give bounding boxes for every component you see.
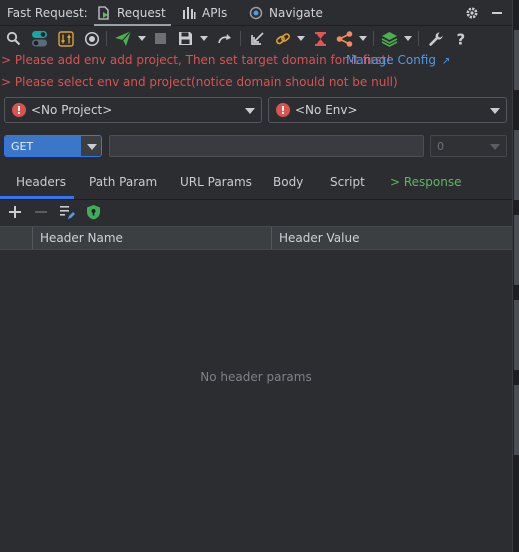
hourglass-icon[interactable] (311, 29, 330, 48)
link-icon[interactable] (273, 29, 292, 48)
method-value: GET (5, 136, 81, 156)
warning-env-project: > Please add env add project, Then set t… (1, 53, 391, 67)
project-select[interactable]: ! <No Project> (4, 97, 262, 123)
tab-navigate-label: Navigate (269, 6, 323, 20)
apis-icon (182, 6, 196, 20)
column-divider[interactable] (32, 227, 33, 249)
svg-text:?: ? (456, 31, 465, 47)
external-link-icon: ↗ (441, 56, 451, 67)
stop-icon[interactable] (151, 29, 170, 48)
minimize-icon[interactable] (487, 3, 507, 23)
empty-table-message: No header params (200, 370, 312, 384)
gear-icon[interactable] (462, 3, 482, 23)
url-input[interactable] (109, 135, 424, 157)
chevron-down-icon (81, 136, 101, 156)
layers-icon[interactable] (380, 29, 399, 48)
headers-table-header: Header Name Header Value (0, 226, 512, 250)
navigate-icon (249, 6, 263, 20)
batch-edit-icon[interactable] (58, 203, 76, 221)
app-title: Fast Request: (7, 6, 88, 20)
add-icon[interactable] (6, 203, 24, 221)
tab-apis[interactable]: APIs (182, 0, 227, 26)
remove-icon[interactable] (32, 203, 50, 221)
share-icon[interactable] (335, 29, 354, 48)
manage-config-label: Manage Config (346, 53, 436, 67)
tool-window-header: Fast Request: Request APIs Navigate (0, 0, 512, 27)
toggle-icon[interactable] (30, 29, 49, 48)
target-icon[interactable] (82, 29, 101, 48)
manage-config-link[interactable]: Manage Config ↗ (346, 53, 450, 67)
send-icon[interactable] (113, 29, 132, 48)
headers-toolbar (0, 200, 512, 224)
tab-response[interactable]: > Response (390, 175, 462, 189)
import-icon[interactable] (248, 29, 267, 48)
column-divider[interactable] (271, 227, 272, 249)
error-icon: ! (276, 103, 290, 117)
env-select-value: <No Env> (295, 103, 358, 117)
help-icon[interactable]: ? (451, 29, 470, 48)
method-select[interactable]: GET (4, 135, 102, 157)
tab-path-param[interactable]: Path Param (89, 175, 157, 189)
tab-apis-label: APIs (202, 6, 228, 20)
settings-sliders-icon[interactable] (56, 29, 75, 48)
tab-headers[interactable]: Headers (16, 175, 66, 189)
shield-icon[interactable] (84, 203, 102, 221)
tab-script[interactable]: Script (330, 175, 365, 189)
chevron-down-icon (490, 108, 500, 114)
tab-request[interactable]: Request (94, 0, 171, 27)
tab-request-label: Request (117, 6, 166, 20)
tab-navigate[interactable]: Navigate (249, 0, 323, 26)
side-gutter (512, 0, 519, 552)
chevron-down-icon (245, 108, 255, 114)
main-toolbar: ? (0, 26, 512, 51)
column-header-name[interactable]: Header Name (40, 227, 123, 249)
warning-select-env: > Please select env and project(notice d… (1, 75, 398, 89)
redo-icon[interactable] (215, 29, 234, 48)
tab-url-params[interactable]: URL Params (180, 175, 252, 189)
wrench-icon[interactable] (426, 29, 445, 48)
env-select[interactable]: ! <No Env> (268, 97, 507, 123)
column-header-value[interactable]: Header Value (279, 227, 359, 249)
project-select-value: <No Project> (31, 103, 113, 117)
save-icon[interactable] (176, 29, 195, 48)
env-index-select[interactable]: 0 (430, 135, 507, 157)
tab-body[interactable]: Body (273, 175, 303, 189)
request-icon (97, 6, 111, 20)
search-icon[interactable] (4, 29, 23, 48)
error-icon: ! (12, 103, 26, 117)
